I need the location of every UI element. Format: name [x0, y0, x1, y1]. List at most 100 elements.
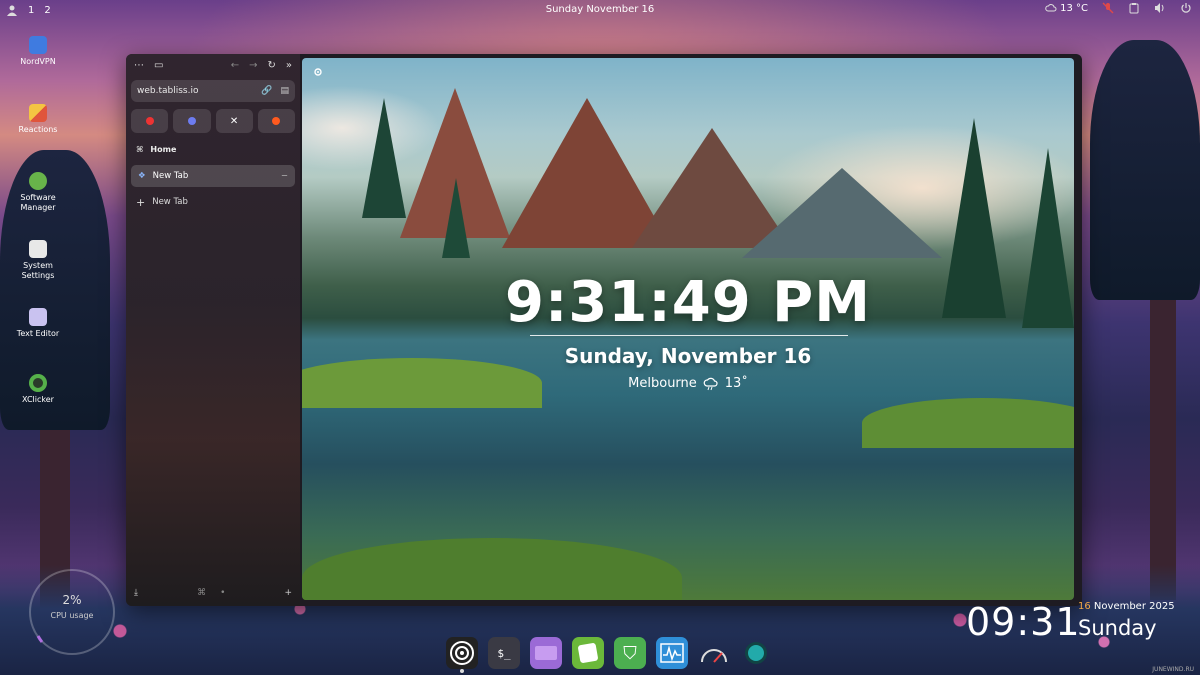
clipboard-icon[interactable] — [1128, 2, 1140, 14]
tabliss-time: 9:31:49 PM — [505, 270, 871, 335]
mic-muted-icon[interactable] — [1102, 2, 1114, 14]
expand-icon[interactable]: » — [286, 60, 292, 71]
dock-app-terminal[interactable]: $_ — [488, 637, 520, 669]
menu-dots-icon[interactable]: ⋯ — [134, 60, 144, 71]
xclicker-icon — [29, 374, 47, 392]
vpn-shield-icon: ⛉ — [623, 642, 637, 664]
new-tab-label: New Tab — [152, 197, 188, 207]
forward-icon[interactable]: → — [249, 60, 257, 71]
rain-cloud-icon — [703, 377, 718, 390]
time-divider — [530, 335, 848, 336]
desktop-weekday: Sunday — [1078, 616, 1157, 640]
top-panel: 1 2 Sunday November 16 13 °C — [0, 0, 1200, 20]
folder-home[interactable]: ⌘ Home — [126, 142, 300, 156]
sidebar-toolbar: ⋯ ▭ ← → ↻ » — [126, 54, 300, 76]
youtube-icon — [145, 117, 154, 125]
volume-icon[interactable] — [1154, 2, 1166, 14]
dock-app-software-manager[interactable] — [572, 637, 604, 669]
desktop-day: 16 — [1078, 601, 1091, 612]
watermark: JUNEWIND.RU — [1152, 666, 1194, 673]
reddit-icon — [272, 117, 281, 125]
desktop-icon-nordvpn[interactable]: NordVPN — [12, 36, 64, 67]
mountain — [742, 168, 942, 258]
power-icon[interactable] — [1180, 2, 1192, 14]
bg-tree — [1090, 40, 1200, 300]
dock-app-monitor[interactable] — [656, 637, 688, 669]
folder-label: Home — [150, 144, 177, 154]
software-manager-icon — [29, 172, 47, 190]
pinned-sites: ✕ — [131, 109, 295, 133]
mountain — [632, 128, 792, 248]
desktop-clock: 09:31 — [966, 600, 1081, 644]
monitor-icon — [660, 643, 684, 663]
terminal-icon: $_ — [497, 646, 511, 660]
cloud-icon — [1045, 4, 1057, 12]
files-icon — [535, 646, 557, 660]
new-tab-button[interactable]: + New Tab — [126, 195, 300, 209]
weather-indicator[interactable]: 13 °C — [1045, 2, 1088, 14]
desktop-icon-label: Software Manager — [20, 193, 56, 212]
desktop-icon-system-settings[interactable]: System Settings — [12, 240, 64, 281]
tab-favicon-icon: ❖ — [138, 171, 146, 181]
desktop-icon-label: NordVPN — [20, 57, 56, 66]
add-space-icon[interactable]: + — [284, 588, 292, 598]
software-manager-icon — [577, 642, 599, 664]
settings-gear-icon[interactable] — [312, 66, 324, 78]
plus-icon: + — [136, 195, 146, 209]
close-tab-icon[interactable]: − — [281, 171, 288, 181]
desktop-month-year: November 2025 — [1093, 601, 1175, 612]
link-icon[interactable]: 🔗 — [261, 86, 272, 96]
mountain — [502, 98, 672, 248]
desktop-icon-label: Text Editor — [16, 329, 60, 338]
discord-icon — [187, 117, 196, 125]
grass-island — [862, 398, 1074, 448]
tab-label: New Tab — [152, 171, 189, 181]
weather-temp: 13 °C — [1060, 2, 1088, 14]
tabliss-page: 9:31:49 PM Sunday, November 16 Melbourne… — [302, 58, 1074, 600]
sidebar-footer: ⤓ ⌘ • + — [126, 586, 300, 600]
desktop-icon-text-editor[interactable]: Text Editor — [12, 308, 64, 339]
desktop-icon-software-manager[interactable]: Software Manager — [12, 172, 64, 213]
tab-active[interactable]: ❖ New Tab − — [131, 165, 295, 187]
speedometer-icon — [701, 649, 727, 663]
gamepad-icon: ⌘ — [136, 144, 144, 154]
weather-location: Melbourne — [628, 376, 697, 391]
nordvpn-icon — [29, 36, 47, 54]
browser-sidebar: ⋯ ▭ ← → ↻ » web.tabliss.io 🔗 ▤ ✕ ⌘ Home … — [126, 54, 300, 606]
sidebar-toggle-icon[interactable]: ▭ — [154, 60, 163, 71]
pinned-x[interactable]: ✕ — [215, 109, 253, 133]
pine-tree — [442, 178, 470, 258]
cpu-value: 2% — [62, 593, 82, 607]
desktop-icon-reactions[interactable]: Reactions — [12, 104, 64, 135]
url-bar[interactable]: web.tabliss.io 🔗 ▤ — [131, 80, 295, 102]
desktop-icon-xclicker[interactable]: XClicker — [12, 374, 64, 405]
reload-icon[interactable]: ↻ — [267, 60, 275, 71]
pine-tree — [362, 98, 406, 218]
dock-app-disk[interactable] — [446, 637, 478, 673]
reactions-icon — [29, 104, 47, 122]
browser-window: ⋯ ▭ ← → ↻ » web.tabliss.io 🔗 ▤ ✕ ⌘ Home … — [126, 54, 1082, 606]
desktop-icon-label: Reactions — [18, 125, 58, 134]
x-icon: ✕ — [229, 115, 239, 127]
desktop-date: 16 November 2025 — [1078, 601, 1175, 612]
cpu-label: CPU usage — [50, 611, 94, 620]
reader-icon[interactable]: ▤ — [280, 86, 289, 96]
dock-app-files[interactable] — [530, 637, 562, 669]
dock-app-vpn[interactable]: ⛉ — [614, 637, 646, 669]
back-icon[interactable]: ← — [231, 60, 239, 71]
weather-temperature: 13˚ — [724, 376, 748, 391]
grass-shore — [302, 538, 682, 600]
panel-clock[interactable]: Sunday November 16 — [0, 4, 1200, 15]
pinned-youtube[interactable] — [131, 109, 169, 133]
pinned-discord[interactable] — [173, 109, 211, 133]
gamepad-icon[interactable]: ⌘ — [197, 588, 206, 598]
dock-app-recorder[interactable] — [740, 637, 772, 669]
dock-app-speedtest[interactable] — [698, 637, 730, 669]
desktop-icon-label: System Settings — [21, 261, 55, 280]
space-dot-icon[interactable]: • — [220, 588, 225, 598]
text-editor-icon — [29, 308, 47, 326]
url-text[interactable]: web.tabliss.io — [137, 86, 261, 96]
pinned-reddit[interactable] — [257, 109, 295, 133]
disk-icon — [450, 641, 474, 665]
system-settings-icon — [29, 240, 47, 258]
